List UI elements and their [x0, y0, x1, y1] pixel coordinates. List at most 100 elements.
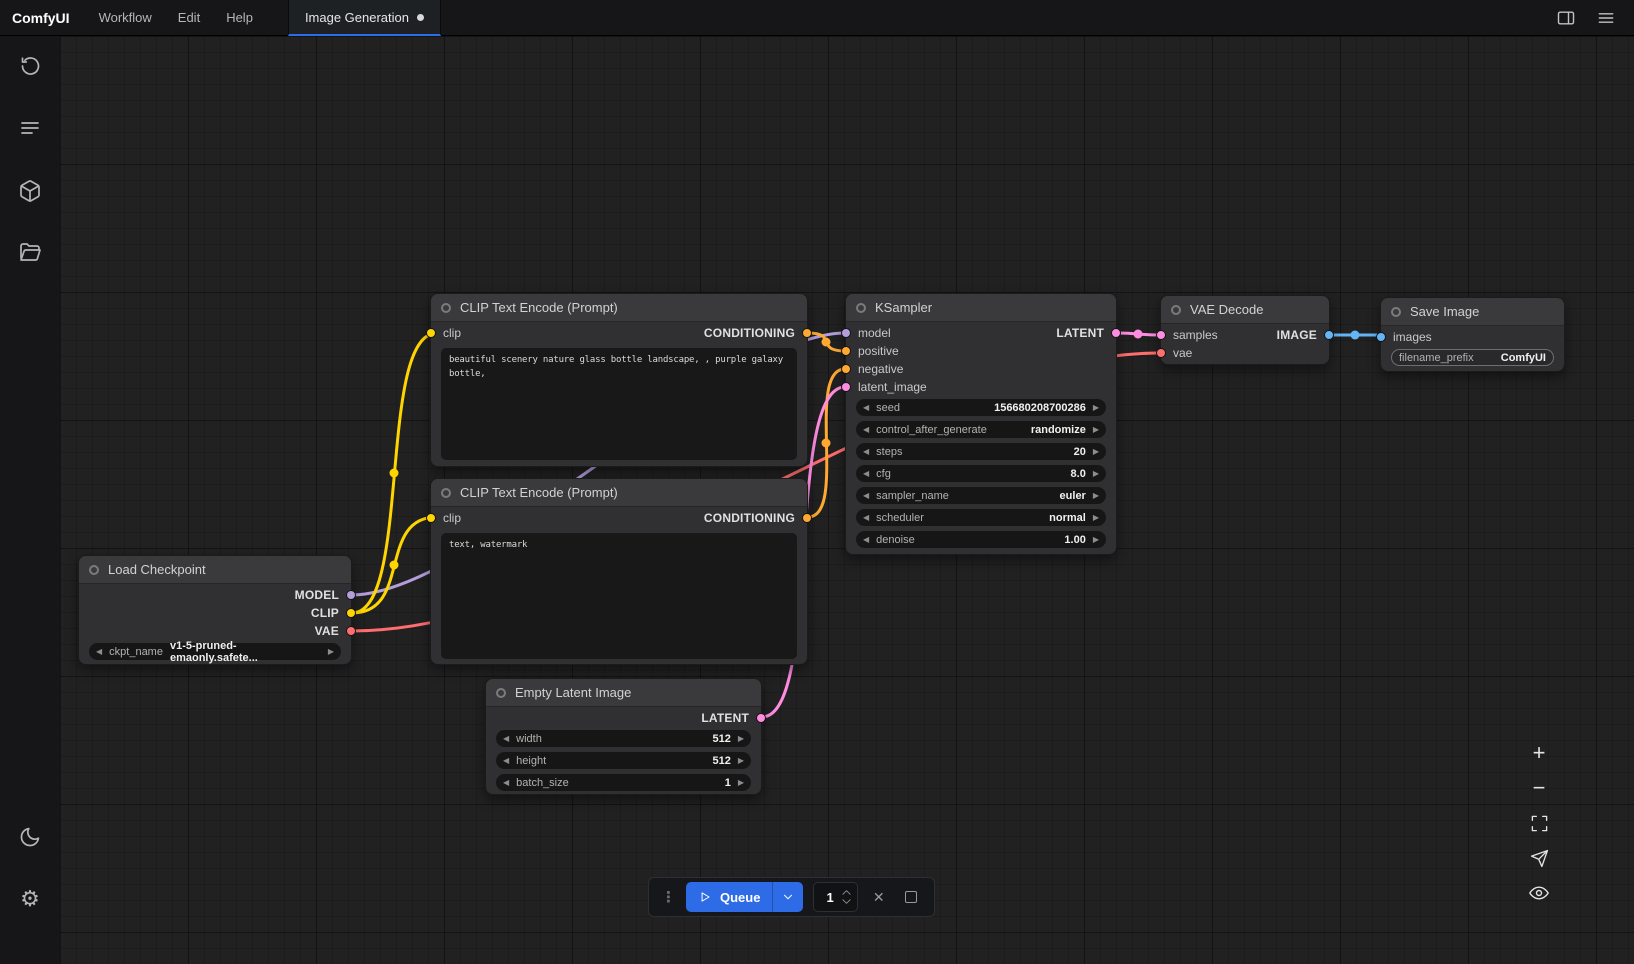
- stepper-left-icon[interactable]: ◀: [863, 426, 869, 434]
- toggle-links-icon[interactable]: [1527, 882, 1551, 904]
- node-title-bar[interactable]: Empty Latent Image: [486, 679, 761, 707]
- stepper-right-icon[interactable]: ▶: [738, 757, 744, 765]
- port-conditioning-output[interactable]: [802, 328, 812, 338]
- collapse-dot[interactable]: [441, 488, 451, 498]
- port-model-output[interactable]: [346, 590, 356, 600]
- port-negative-input[interactable]: [841, 364, 851, 374]
- collapse-dot[interactable]: [496, 688, 506, 698]
- logs-icon[interactable]: [17, 116, 43, 142]
- stepper-right-icon[interactable]: ▶: [1093, 492, 1099, 500]
- node-clip-text-encode-negative[interactable]: CLIP Text Encode (Prompt) clip CONDITION…: [430, 478, 808, 665]
- stepper-right-icon[interactable]: ▶: [1093, 470, 1099, 478]
- widget-control-after-generate[interactable]: ◀ control_after_generate randomize ▶: [856, 421, 1106, 438]
- app-logo[interactable]: ComfyUI: [0, 0, 86, 35]
- widget-cfg[interactable]: ◀ cfg 8.0 ▶: [856, 465, 1106, 482]
- collapse-dot[interactable]: [1171, 305, 1181, 315]
- widget-height[interactable]: ◀ height 512 ▶: [496, 752, 751, 769]
- fit-view-icon[interactable]: [1527, 812, 1551, 834]
- stop-icon[interactable]: [900, 886, 922, 908]
- widget-steps[interactable]: ◀ steps 20 ▶: [856, 443, 1106, 460]
- panel-toggle-icon[interactable]: [1554, 6, 1578, 30]
- stepper-left-icon[interactable]: ◀: [863, 536, 869, 544]
- node-title-bar[interactable]: VAE Decode: [1161, 296, 1329, 324]
- node-vae-decode[interactable]: VAE Decode samples IMAGE vae: [1160, 295, 1330, 365]
- queue-button-main[interactable]: Queue: [686, 882, 772, 912]
- port-samples-input[interactable]: [1156, 330, 1166, 340]
- port-clip-input[interactable]: [426, 513, 436, 523]
- stepper-left-icon[interactable]: ◀: [503, 779, 509, 787]
- widget-batch-size[interactable]: ◀ batch_size 1 ▶: [496, 774, 751, 791]
- model-library-icon[interactable]: [17, 178, 43, 204]
- menu-edit[interactable]: Edit: [165, 0, 213, 36]
- port-latent-output[interactable]: [756, 713, 766, 723]
- widget-ckpt-name[interactable]: ◀ ckpt_name v1-5-pruned-emaonly.safete..…: [89, 643, 341, 660]
- stepper-right-icon[interactable]: ▶: [1093, 536, 1099, 544]
- stepper-left-icon[interactable]: ◀: [503, 757, 509, 765]
- widget-seed[interactable]: ◀ seed 156680208700286 ▶: [856, 399, 1106, 416]
- widget-denoise[interactable]: ◀ denoise 1.00 ▶: [856, 531, 1106, 548]
- stepper-right-icon[interactable]: ▶: [1093, 404, 1099, 412]
- menu-help[interactable]: Help: [213, 0, 266, 36]
- stepper-right-icon[interactable]: ▶: [738, 779, 744, 787]
- node-ksampler[interactable]: KSampler model LATENT positive negative …: [845, 293, 1117, 555]
- zoom-in-icon[interactable]: +: [1527, 742, 1551, 764]
- node-title-bar[interactable]: Load Checkpoint: [79, 556, 351, 584]
- tab-image-generation[interactable]: Image Generation: [288, 0, 441, 36]
- queue-button[interactable]: Queue: [686, 882, 803, 912]
- prompt-textarea[interactable]: text, watermark: [441, 533, 797, 659]
- port-model-input[interactable]: [841, 328, 851, 338]
- port-latent-output[interactable]: [1111, 328, 1121, 338]
- workflows-icon[interactable]: [17, 240, 43, 266]
- stepper-down-icon[interactable]: [841, 898, 852, 905]
- hamburger-menu-icon[interactable]: [1594, 6, 1618, 30]
- port-image-output[interactable]: [1324, 330, 1334, 340]
- widget-width[interactable]: ◀ width 512 ▶: [496, 730, 751, 747]
- collapse-dot[interactable]: [1391, 307, 1401, 317]
- port-positive-input[interactable]: [841, 346, 851, 356]
- port-clip-input[interactable]: [426, 328, 436, 338]
- zoom-out-icon[interactable]: −: [1527, 777, 1551, 799]
- widget-scheduler[interactable]: ◀ scheduler normal ▶: [856, 509, 1106, 526]
- stepper-right-icon[interactable]: ▶: [1093, 426, 1099, 434]
- node-load-checkpoint[interactable]: Load Checkpoint MODEL CLIP VAE ◀ ckpt_na…: [78, 555, 352, 665]
- node-save-image[interactable]: Save Image images filename_prefix ComfyU…: [1380, 297, 1565, 372]
- port-vae-output[interactable]: [346, 626, 356, 636]
- node-title-bar[interactable]: KSampler: [846, 294, 1116, 322]
- drag-handle-icon[interactable]: ⋮: [661, 888, 676, 906]
- stepper-right-icon[interactable]: ▶: [738, 735, 744, 743]
- settings-icon[interactable]: ⚙: [17, 886, 43, 912]
- stepper-left-icon[interactable]: ◀: [96, 648, 102, 656]
- port-conditioning-output[interactable]: [802, 513, 812, 523]
- stepper-left-icon[interactable]: ◀: [863, 404, 869, 412]
- stepper-up-icon[interactable]: [841, 889, 852, 896]
- theme-toggle-icon[interactable]: [17, 824, 43, 850]
- stepper-right-icon[interactable]: ▶: [1093, 448, 1099, 456]
- select-tool-icon[interactable]: [1527, 847, 1551, 869]
- stepper-left-icon[interactable]: ◀: [863, 514, 869, 522]
- node-empty-latent-image[interactable]: Empty Latent Image LATENT ◀ width 512 ▶ …: [485, 678, 762, 795]
- widget-filename-prefix[interactable]: filename_prefix ComfyUI: [1391, 349, 1554, 366]
- queue-options-chevron-icon[interactable]: [772, 882, 803, 912]
- collapse-dot[interactable]: [856, 303, 866, 313]
- widget-sampler-name[interactable]: ◀ sampler_name euler ▶: [856, 487, 1106, 504]
- batch-count-stepper[interactable]: 1: [813, 882, 857, 912]
- port-clip-output[interactable]: [346, 608, 356, 618]
- node-canvas[interactable]: Load Checkpoint MODEL CLIP VAE ◀ ckpt_na…: [60, 36, 1634, 964]
- stepper-left-icon[interactable]: ◀: [863, 492, 869, 500]
- node-title-bar[interactable]: CLIP Text Encode (Prompt): [431, 294, 807, 322]
- clear-queue-icon[interactable]: ✕: [868, 886, 890, 908]
- node-title-bar[interactable]: Save Image: [1381, 298, 1564, 326]
- stepper-left-icon[interactable]: ◀: [503, 735, 509, 743]
- node-title-bar[interactable]: CLIP Text Encode (Prompt): [431, 479, 807, 507]
- node-clip-text-encode-positive[interactable]: CLIP Text Encode (Prompt) clip CONDITION…: [430, 293, 808, 467]
- stepper-right-icon[interactable]: ▶: [1093, 514, 1099, 522]
- stepper-left-icon[interactable]: ◀: [863, 448, 869, 456]
- history-icon[interactable]: [17, 54, 43, 80]
- stepper-left-icon[interactable]: ◀: [863, 470, 869, 478]
- collapse-dot[interactable]: [441, 303, 451, 313]
- prompt-textarea[interactable]: beautiful scenery nature glass bottle la…: [441, 348, 797, 460]
- port-latent-image-input[interactable]: [841, 382, 851, 392]
- collapse-dot[interactable]: [89, 565, 99, 575]
- menu-workflow[interactable]: Workflow: [86, 0, 165, 36]
- port-vae-input[interactable]: [1156, 348, 1166, 358]
